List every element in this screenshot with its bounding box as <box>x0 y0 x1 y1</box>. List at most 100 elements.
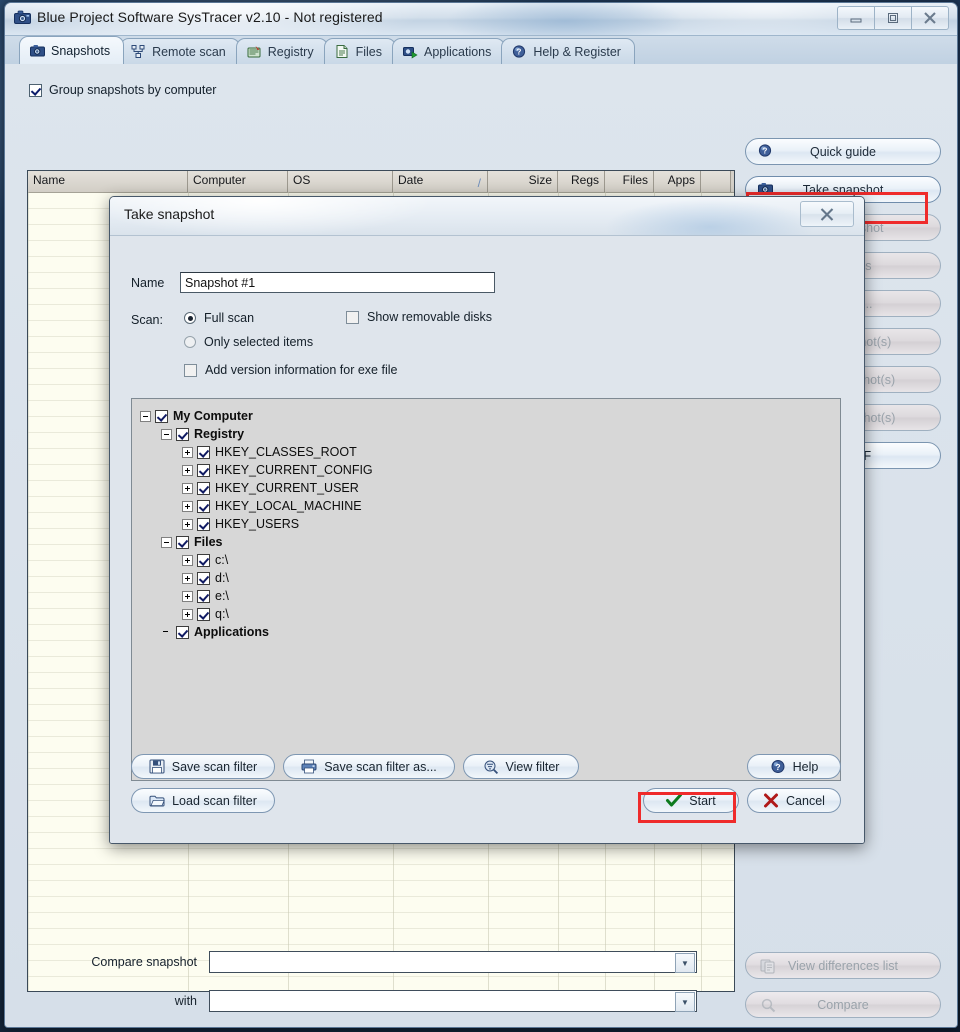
view-filter-label: View filter <box>505 759 560 774</box>
tree-checkbox[interactable] <box>197 553 210 567</box>
tree-collapse-icon[interactable] <box>161 536 172 548</box>
tab-files[interactable]: Files <box>323 38 396 64</box>
scan-target-tree[interactable]: My Computer Registry HKEY_CLASSES_ROOT HKEY… <box>131 398 841 781</box>
view-filter-button[interactable]: View filter <box>463 754 579 779</box>
tree-node[interactable]: Files <box>140 533 840 551</box>
dialog-close-button[interactable] <box>800 201 854 227</box>
minimize-button[interactable] <box>837 6 875 30</box>
tree-expand-icon[interactable] <box>182 554 193 566</box>
viewfilter-icon <box>483 759 499 775</box>
svg-text:?: ? <box>517 48 522 57</box>
tree-expand-icon[interactable] <box>182 482 193 494</box>
help-icon: ? <box>512 45 527 58</box>
cancel-button[interactable]: Cancel <box>747 788 841 813</box>
group-snapshots-checkbox[interactable]: Group snapshots by computer <box>29 83 216 97</box>
tree-checkbox[interactable] <box>197 571 210 585</box>
tree-node[interactable]: HKEY_CLASSES_ROOT <box>140 443 840 461</box>
dialog-titlebar: Take snapshot <box>110 197 864 236</box>
tree-checkbox[interactable] <box>176 625 189 639</box>
tree-expand-icon[interactable] <box>182 446 193 458</box>
svg-text:?: ? <box>763 147 768 156</box>
tab-remote-scan[interactable]: Remote scan <box>120 38 240 64</box>
help-button[interactable]: ? Help <box>747 754 841 779</box>
save-scan-filter-button[interactable]: Save scan filter <box>131 754 275 779</box>
column-header-regs[interactable]: Regs <box>558 171 605 192</box>
view-differences-list-button[interactable]: View differences list <box>745 952 941 979</box>
column-header-blank[interactable] <box>701 171 731 192</box>
load-scan-filter-button[interactable]: Load scan filter <box>131 788 275 813</box>
tree-node[interactable]: HKEY_USERS <box>140 515 840 533</box>
tree-node-label: HKEY_LOCAL_MACHINE <box>215 499 362 513</box>
checkbox-add-version-info[interactable]: Add version information for exe file <box>184 363 397 377</box>
tab-help-register[interactable]: ? Help & Register <box>501 38 635 64</box>
camera-icon <box>30 44 45 57</box>
compare-snapshot-combo[interactable]: ▼ <box>209 951 697 973</box>
tree-checkbox[interactable] <box>197 517 210 531</box>
tree-expand-icon[interactable] <box>182 464 193 476</box>
tree-node[interactable]: q:\ <box>140 605 840 623</box>
tree-checkbox[interactable] <box>155 409 168 423</box>
tree-node-label: HKEY_CURRENT_CONFIG <box>215 463 373 477</box>
tree-checkbox[interactable] <box>176 535 189 549</box>
column-header-apps[interactable]: Apps <box>654 171 701 192</box>
camera-icon <box>14 10 31 24</box>
radio-only-selected-items[interactable]: Only selected items <box>184 335 313 349</box>
start-label: Start <box>689 793 716 808</box>
column-header-os[interactable]: OS <box>288 171 393 192</box>
tree-checkbox[interactable] <box>197 445 210 459</box>
sidebar-button-quick-guide[interactable]: ? Quick guide <box>745 138 941 165</box>
tab-snapshots[interactable]: Snapshots <box>19 36 125 64</box>
column-header-files[interactable]: Files <box>605 171 654 192</box>
compare-with-combo[interactable]: ▼ <box>209 990 697 1012</box>
tree-node[interactable]: d:\ <box>140 569 840 587</box>
tree-checkbox[interactable] <box>197 607 210 621</box>
tree-node[interactable]: e:\ <box>140 587 840 605</box>
tree-expand-icon[interactable] <box>182 572 193 584</box>
tree-collapse-icon[interactable] <box>161 428 172 440</box>
compare-icon <box>760 997 777 1013</box>
tree-node[interactable]: c:\ <box>140 551 840 569</box>
tree-collapse-icon[interactable] <box>140 410 151 422</box>
tree-node-label: Files <box>194 535 223 549</box>
tree-expand-icon[interactable] <box>182 500 193 512</box>
compare-button[interactable]: Compare <box>745 991 941 1018</box>
tree-checkbox[interactable] <box>197 463 210 477</box>
save-scan-filter-as-button[interactable]: Save scan filter as... <box>283 754 455 779</box>
column-header-computer[interactable]: Computer <box>188 171 288 192</box>
snapshot-name-input[interactable] <box>180 272 495 293</box>
radio-full-scan[interactable]: Full scan <box>184 311 254 325</box>
tree-checkbox[interactable] <box>176 427 189 441</box>
close-button[interactable] <box>912 6 949 30</box>
checkbox-show-removable-disks[interactable]: Show removable disks <box>346 310 492 324</box>
tree-node[interactable]: HKEY_CURRENT_CONFIG <box>140 461 840 479</box>
tree-node[interactable]: Applications <box>140 623 840 641</box>
chevron-down-icon[interactable]: ▼ <box>675 992 695 1012</box>
tree-expand-icon[interactable] <box>182 608 193 620</box>
tree-checkbox[interactable] <box>197 499 210 513</box>
sidebar-button-label: Quick guide <box>809 144 876 159</box>
tree-expand-icon[interactable] <box>182 518 193 530</box>
tab-applications[interactable]: Applications <box>391 38 506 64</box>
tree-checkbox[interactable] <box>197 481 210 495</box>
chevron-down-icon[interactable]: ▼ <box>675 953 695 973</box>
snapshots-list-header[interactable]: Name Computer OS Date / Size Regs Files Apps <box>28 171 734 193</box>
column-header-size[interactable]: Size <box>488 171 558 192</box>
start-button[interactable]: Start <box>643 788 739 813</box>
tree-checkbox[interactable] <box>197 589 210 603</box>
maximize-button[interactable] <box>875 6 912 30</box>
tree-node-label: d:\ <box>215 571 229 585</box>
tree-node[interactable]: My Computer <box>140 407 840 425</box>
tree-node[interactable]: HKEY_LOCAL_MACHINE <box>140 497 840 515</box>
compare-panel: Compare snapshot ▼ with ▼ View differenc… <box>5 943 957 1027</box>
tree-expand-icon[interactable] <box>182 590 193 602</box>
tree-node[interactable]: HKEY_CURRENT_USER <box>140 479 840 497</box>
applications-icon <box>402 45 418 59</box>
floppy-icon <box>149 759 165 774</box>
tree-node-label: c:\ <box>215 553 229 567</box>
tree-node[interactable]: Registry <box>140 425 840 443</box>
column-header-date[interactable]: Date / <box>393 171 488 192</box>
tab-registry[interactable]: Registry <box>235 38 328 64</box>
column-header-name[interactable]: Name <box>28 171 188 192</box>
sort-indicator-icon: / <box>477 176 481 190</box>
help-icon: ? <box>758 144 775 160</box>
